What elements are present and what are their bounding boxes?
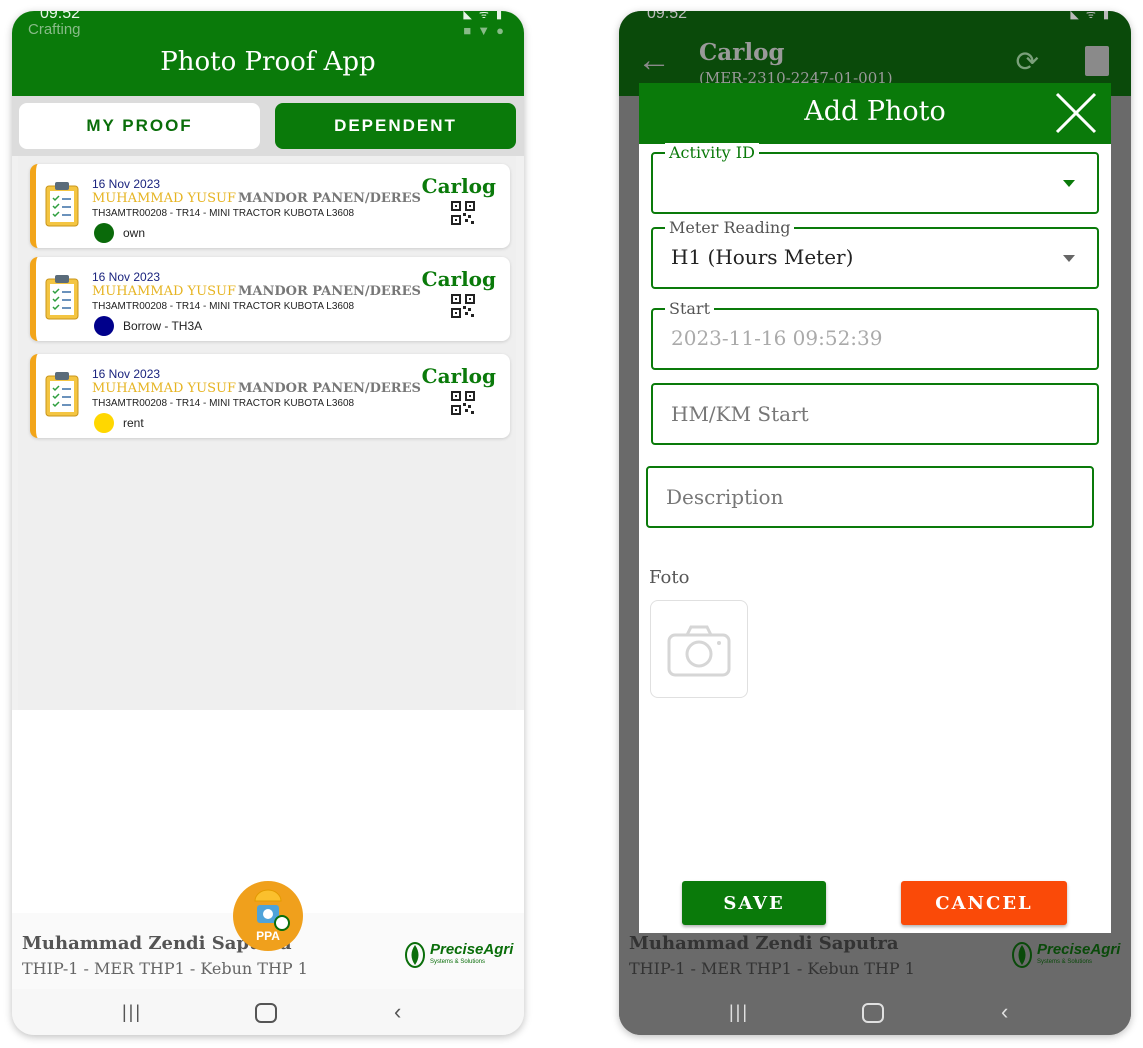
logo-subtext: Systems & Solutions (430, 959, 486, 965)
dialog-header: Add Photo (639, 83, 1111, 144)
status-bar: 09:52 ◣ ᯤ ▮ (619, 11, 1131, 27)
leaf-icon (1012, 942, 1032, 968)
preciseagri-logo: PreciseAgri Systems & Solutions (1011, 941, 1120, 971)
proof-date: 16 Nov 2023 (92, 177, 161, 191)
proof-role: MANDOR PANEN/DERES (238, 381, 421, 396)
app-title: Photo Proof App (160, 47, 376, 77)
recent-apps-button[interactable]: ||| (729, 1002, 749, 1023)
qr-code-icon[interactable] (451, 201, 475, 225)
add-photo-dialog: Add Photo Activity ID Meter Reading H1 (… (639, 83, 1111, 933)
home-button[interactable] (255, 1003, 277, 1023)
android-nav-bar: ||| ‹ (12, 989, 524, 1035)
dropdown-arrow-icon (1063, 180, 1075, 187)
clipboard-icon (45, 182, 79, 227)
status-time: 09:52 (647, 11, 688, 22)
home-button[interactable] (862, 1003, 884, 1023)
proof-date: 16 Nov 2023 (92, 270, 161, 284)
back-arrow-icon[interactable]: ← (637, 41, 671, 80)
status-bar: 09:52 ◣ ᯤ ▮ (12, 11, 524, 27)
dialog-title: Add Photo (804, 96, 946, 127)
tab-bar: MY PROOF DEPENDENT (12, 96, 524, 156)
proof-ownership: Borrow - TH3A (123, 319, 203, 333)
proof-unit: TH3AMTR00208 - TR14 - MINI TRACTOR KUBOT… (92, 398, 355, 409)
user-location: THIP-1 - MER THP1 - Kebun THP 1 (22, 959, 308, 978)
phone-screen-right: 09:52 ◣ ᯤ ▮ ← Carlog (MER-2310-2247-01-0… (619, 11, 1131, 1035)
phone-screen-left: 09:52 ◣ ᯤ ▮ Crafting ■▼● Photo Proof App… (12, 11, 524, 1035)
proof-ownership: own (123, 226, 146, 240)
field-value: 2023-11-16 09:52:39 (671, 326, 883, 350)
proof-card[interactable]: 16 Nov 2023 MUHAMMAD YUSUF MANDOR PANEN/… (30, 164, 510, 248)
proof-person: MUHAMMAD YUSUF (92, 191, 236, 206)
close-icon[interactable] (1053, 90, 1099, 136)
leaf-icon (405, 942, 425, 968)
crafting-label: Crafting (28, 21, 81, 38)
document-icon[interactable] (1085, 46, 1109, 76)
description-input[interactable]: Description (646, 466, 1094, 528)
user-location: THIP-1 - MER THP1 - Kebun THP 1 (629, 959, 915, 978)
proof-brand: Carlog (421, 267, 496, 291)
activity-id-select[interactable]: Activity ID (651, 143, 1099, 214)
save-button[interactable]: SAVE (682, 881, 826, 925)
proof-brand: Carlog (421, 364, 496, 388)
tab-my-proof[interactable]: MY PROOF (19, 103, 260, 149)
proof-person: MUHAMMAD YUSUF (92, 284, 236, 299)
field-placeholder: HM/KM Start (671, 402, 809, 426)
screen-title: Carlog (699, 39, 785, 66)
cancel-button[interactable]: CANCEL (901, 881, 1067, 925)
fab-label: PPA (256, 929, 280, 943)
foto-label: Foto (649, 567, 690, 588)
proof-list: 16 Nov 2023 MUHAMMAD YUSUF MANDOR PANEN/… (18, 156, 516, 710)
status-dot (94, 316, 114, 336)
ppa-fab-button[interactable]: PPA (233, 881, 303, 951)
photo-picker[interactable] (650, 600, 748, 698)
proof-brand: Carlog (421, 174, 496, 198)
qr-code-icon[interactable] (451, 294, 475, 318)
proof-ownership: rent (123, 416, 144, 430)
field-value: H1 (Hours Meter) (671, 245, 854, 269)
recent-apps-button[interactable]: ||| (122, 1002, 142, 1023)
proof-card[interactable]: 16 Nov 2023 MUHAMMAD YUSUF MANDOR PANEN/… (30, 257, 510, 341)
hm-km-start-input[interactable]: HM/KM Start (651, 383, 1099, 445)
field-placeholder: Description (666, 485, 784, 509)
proof-card[interactable]: 16 Nov 2023 MUHAMMAD YUSUF MANDOR PANEN/… (30, 354, 510, 438)
tab-dependent[interactable]: DEPENDENT (275, 103, 516, 149)
back-button[interactable]: ‹ (394, 999, 401, 1025)
field-label: Meter Reading (665, 218, 795, 237)
clipboard-icon (45, 372, 79, 417)
meter-reading-select[interactable]: Meter Reading H1 (Hours Meter) (651, 218, 1099, 289)
proof-unit: TH3AMTR00208 - TR14 - MINI TRACTOR KUBOT… (92, 301, 355, 312)
status-icons: ◣ ᯤ ▮ (1070, 11, 1111, 21)
status-dot (94, 413, 114, 433)
dropdown-arrow-icon (1063, 255, 1075, 262)
proof-role: MANDOR PANEN/DERES (238, 284, 421, 299)
qr-code-icon[interactable] (451, 391, 475, 415)
logo-text: PreciseAgri (430, 941, 514, 958)
preciseagri-logo: PreciseAgri Systems & Solutions (404, 941, 513, 971)
user-name: Muhammad Zendi Saputra (629, 933, 899, 954)
field-label: Start (665, 299, 715, 318)
clipboard-icon (45, 275, 79, 320)
back-button[interactable]: ‹ (1001, 999, 1008, 1025)
field-label: Activity ID (665, 143, 759, 162)
proof-person: MUHAMMAD YUSUF (92, 381, 236, 396)
logo-text: PreciseAgri (1037, 941, 1121, 958)
camera-icon (667, 625, 731, 677)
start-datetime-field[interactable]: Start 2023-11-16 09:52:39 (651, 299, 1099, 370)
proof-date: 16 Nov 2023 (92, 367, 161, 381)
proof-role: MANDOR PANEN/DERES (238, 191, 421, 206)
system-icons: ■▼● (463, 23, 510, 38)
logo-subtext: Systems & Solutions (1037, 959, 1093, 965)
status-dot (94, 223, 114, 243)
proof-unit: TH3AMTR00208 - TR14 - MINI TRACTOR KUBOT… (92, 208, 355, 219)
android-nav-bar: ||| ‹ (619, 989, 1131, 1035)
status-icons: ◣ ᯤ ▮ (463, 11, 504, 21)
sync-icon[interactable]: ⟳ (1016, 45, 1039, 78)
app-bar: 09:52 ◣ ᯤ ▮ Crafting ■▼● Photo Proof App (12, 11, 524, 96)
